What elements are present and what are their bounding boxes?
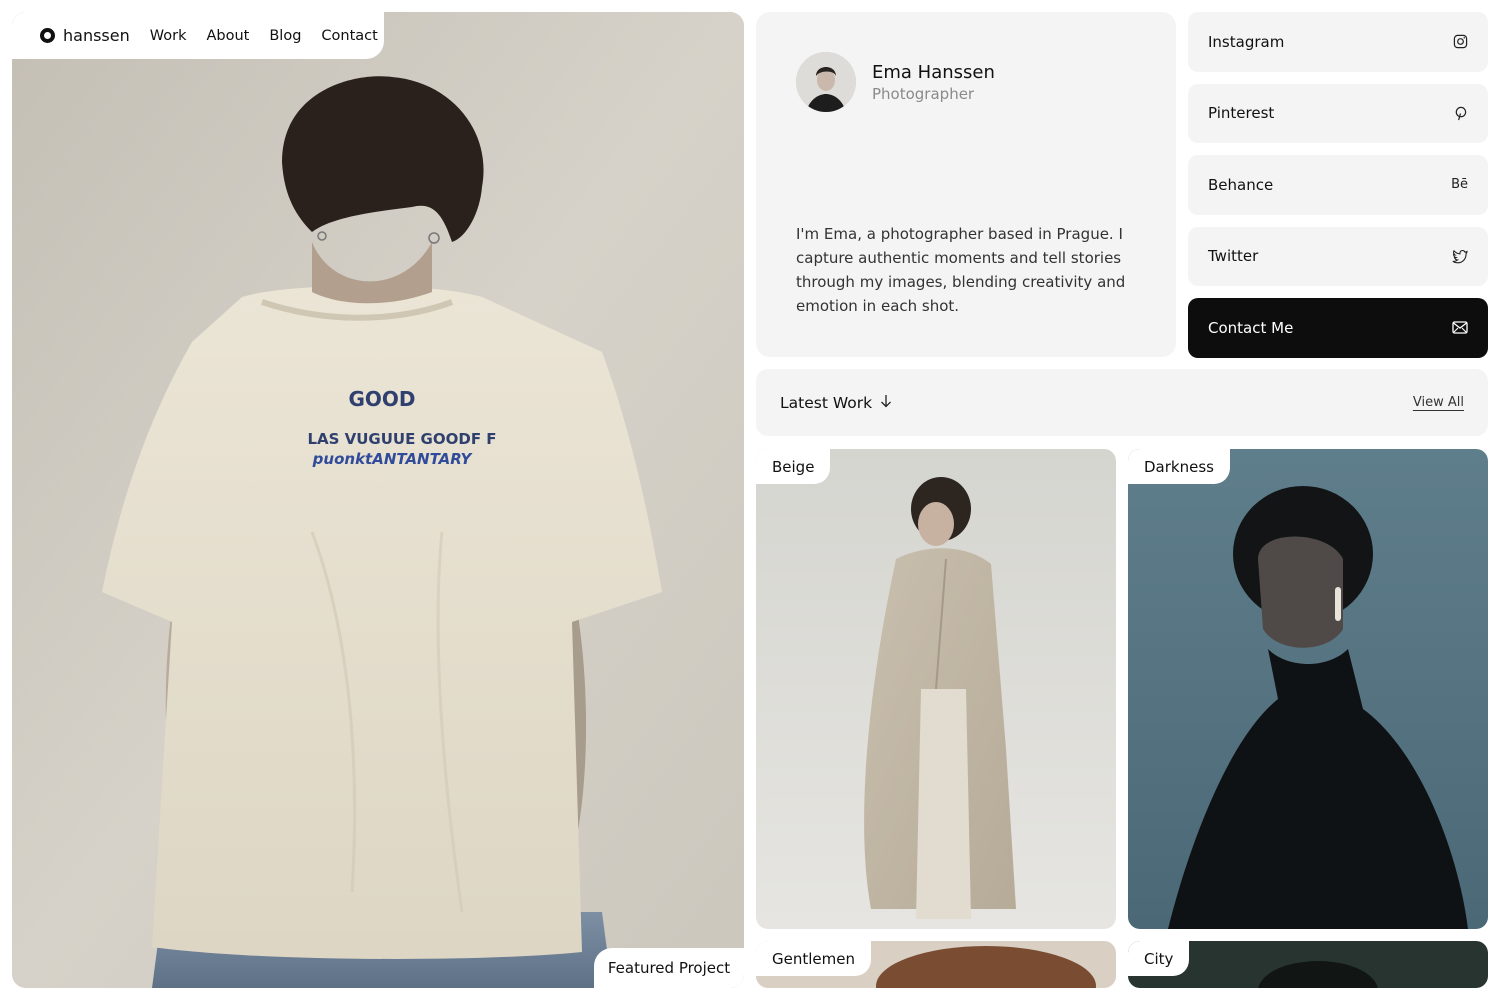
twitter-icon <box>1452 248 1468 264</box>
work-photo <box>1128 449 1488 929</box>
work-card-label: Darkness <box>1128 449 1230 484</box>
nav-link-contact[interactable]: Contact <box>321 28 377 44</box>
social-instagram-button[interactable]: Instagram <box>1188 12 1488 72</box>
social-label: Instagram <box>1208 32 1285 51</box>
shirt-print-line1: GOOD <box>348 387 415 411</box>
featured-project-label[interactable]: Featured Project <box>594 948 744 988</box>
work-card-beige[interactable]: Beige <box>756 449 1116 929</box>
nav-link-about[interactable]: About <box>206 28 249 44</box>
work-card-label: Beige <box>756 449 831 484</box>
social-label: Behance <box>1208 175 1274 194</box>
work-card-label: Gentlemen <box>756 941 871 976</box>
instagram-icon <box>1452 34 1468 50</box>
social-links: Instagram Pinterest Behance Bē Twitter C… <box>1188 12 1488 358</box>
social-label: Pinterest <box>1208 104 1275 123</box>
behance-icon: Bē <box>1451 177 1468 193</box>
work-card-city[interactable]: City <box>1128 941 1488 988</box>
profile-role: Photographer <box>872 84 975 103</box>
work-card-label: City <box>1128 941 1190 976</box>
mail-icon <box>1452 320 1468 336</box>
nav-link-blog[interactable]: Blog <box>269 28 301 44</box>
social-pinterest-button[interactable]: Pinterest <box>1188 83 1488 143</box>
shirt-print-line3: puonktANTANTARY <box>312 450 474 468</box>
social-twitter-button[interactable]: Twitter <box>1188 226 1488 286</box>
brand-logo-icon <box>40 28 55 43</box>
social-label: Twitter <box>1208 247 1259 266</box>
featured-project-image[interactable]: GOOD LAS VUGUUE GOODF F puonktANTANTARY … <box>12 12 744 988</box>
brand-name: hanssen <box>63 26 130 45</box>
latest-work-bar: Latest Work View All <box>756 369 1488 436</box>
profile-name: Ema Hanssen <box>872 61 995 83</box>
work-card-darkness[interactable]: Darkness <box>1128 449 1488 929</box>
contact-me-button[interactable]: Contact Me <box>1188 298 1488 358</box>
latest-work-heading: Latest Work <box>780 394 892 412</box>
social-label: Contact Me <box>1208 318 1294 337</box>
work-card-gentlemen[interactable]: Gentlemen <box>756 941 1116 988</box>
latest-work-title: Latest Work <box>780 393 873 412</box>
featured-photo: GOOD LAS VUGUUE GOODF F puonktANTANTARY <box>12 12 744 988</box>
profile-header: Ema Hanssen Photographer <box>796 52 1136 112</box>
brand[interactable]: hanssen <box>40 26 130 45</box>
page: GOOD LAS VUGUUE GOODF F puonktANTANTARY … <box>0 0 1500 1000</box>
view-all-link[interactable]: View All <box>1413 395 1464 410</box>
pinterest-icon <box>1452 105 1468 121</box>
social-behance-button[interactable]: Behance Bē <box>1188 155 1488 215</box>
avatar <box>796 52 856 112</box>
work-photo <box>756 449 1116 929</box>
profile-bio: I'm Ema, a photographer based in Prague.… <box>796 225 1126 315</box>
profile-card: Ema Hanssen Photographer I'm Ema, a phot… <box>756 12 1176 357</box>
shirt-print-line2: LAS VUGUUE GOODF F <box>307 430 496 448</box>
top-navigation: hanssen Work About Blog Contact <box>12 12 384 59</box>
nav-link-work[interactable]: Work <box>150 28 187 44</box>
arrow-down-icon <box>880 394 892 412</box>
